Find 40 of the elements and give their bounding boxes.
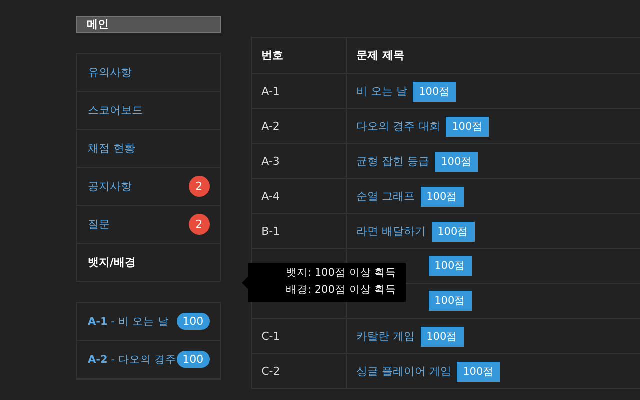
table-cell: B-1	[262, 224, 280, 238]
tooltip-text: 뱃지: 100점 이상 획득	[286, 266, 398, 281]
problem-link[interactable]: 싱글 플레이어 게임	[356, 364, 452, 378]
score-badge: 100	[176, 313, 210, 330]
column-header: 문제 제목	[346, 38, 640, 74]
problem-link[interactable]: 균형 잡힌 등급	[356, 154, 430, 168]
menu-item[interactable]: 공지사항 2	[77, 168, 220, 206]
problem-link[interactable]: 다오의 경주 대회	[356, 120, 441, 132]
problem-link[interactable]: 순열 그래프	[356, 190, 416, 202]
points-badge: 100점	[413, 82, 456, 102]
count-badge: 2	[188, 214, 210, 235]
table-cell: C-2	[262, 364, 280, 378]
menu-item[interactable]: 질문 2	[77, 206, 220, 244]
points-badge: 100점	[432, 222, 475, 242]
menu-item[interactable]: 채점 현황	[77, 130, 220, 168]
problem-link[interactable]: A-2 - 다오의 경주 100	[77, 341, 220, 379]
points-badge: 100점	[435, 152, 478, 172]
problem-link[interactable]: 라면 배달하기	[356, 224, 426, 238]
score-badge: 100	[176, 351, 210, 368]
points-badge: 100점	[457, 362, 500, 382]
points-badge: 100점	[428, 291, 472, 311]
menu-item[interactable]: 뱃지/배경	[77, 244, 220, 281]
table-cell: A-3	[262, 154, 280, 168]
problem-link[interactable]: A-1 - 비 오는 날 100	[77, 303, 220, 341]
menu-item[interactable]: 유의사항	[77, 54, 220, 92]
table-cell: A-2	[262, 120, 280, 132]
menu-item[interactable]: 스코어보드	[77, 92, 220, 130]
points-badge: 100점	[446, 116, 490, 136]
main-button[interactable]: 메인	[76, 16, 221, 33]
column-header: 번호	[251, 38, 346, 74]
problem-link[interactable]: 비 오는 날	[356, 84, 408, 98]
table-cell: A-1	[262, 84, 280, 98]
table-cell: C-1	[262, 330, 280, 342]
points-badge: 100점	[428, 256, 472, 276]
points-badge: 100점	[420, 186, 464, 206]
tooltip-text: 배경: 200점 이상 획득	[286, 283, 398, 298]
points-badge: 100점	[420, 326, 464, 346]
problem-link[interactable]: 카탈란 게임	[356, 330, 416, 342]
table-cell: A-4	[262, 190, 280, 202]
count-badge: 2	[188, 176, 210, 197]
